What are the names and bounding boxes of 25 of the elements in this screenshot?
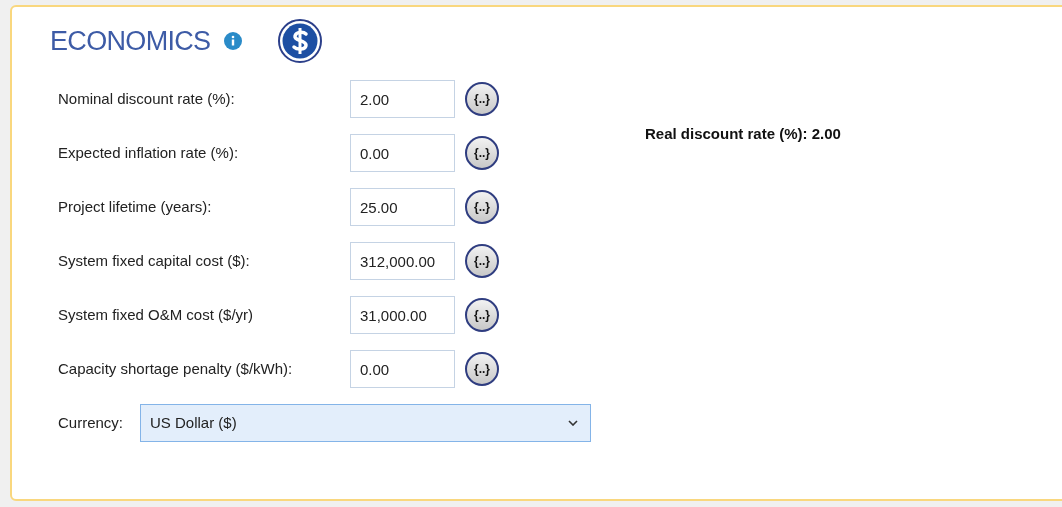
currency-dropdown[interactable]: US Dollar ($) [140, 404, 591, 442]
input-field[interactable]: 0.00 [350, 134, 455, 172]
section-title: ECONOMICS [50, 24, 211, 58]
field-label: Expected inflation rate (%): [58, 142, 240, 163]
input-field[interactable]: 31,000.00 [350, 296, 455, 334]
input-field[interactable]: 25.00 [350, 188, 455, 226]
field-label: System fixed O&M cost ($/yr) [58, 304, 255, 325]
field-label: System fixed capital cost ($): [58, 250, 251, 271]
variable-button[interactable]: {..} [465, 82, 499, 116]
dollar-icon [278, 19, 323, 63]
real-discount-rate: Real discount rate (%): 2.00 [645, 124, 841, 143]
field-label: Capacity shortage penalty ($/kWh): [58, 358, 294, 379]
field-label: Project lifetime (years): [58, 196, 213, 217]
variable-button[interactable]: {..} [465, 298, 499, 332]
variable-button[interactable]: {..} [465, 244, 499, 278]
info-icon [224, 32, 243, 50]
variable-button[interactable]: {..} [465, 136, 499, 170]
chevron-icon [568, 420, 578, 426]
input-field[interactable]: 2.00 [350, 80, 455, 118]
input-field[interactable]: 312,000.00 [350, 242, 455, 280]
field-label: Currency: [58, 412, 125, 433]
field-label: Nominal discount rate (%): [58, 88, 236, 109]
variable-button[interactable]: {..} [465, 190, 499, 224]
variable-button[interactable]: {..} [465, 352, 499, 386]
input-field[interactable]: 0.00 [350, 350, 455, 388]
